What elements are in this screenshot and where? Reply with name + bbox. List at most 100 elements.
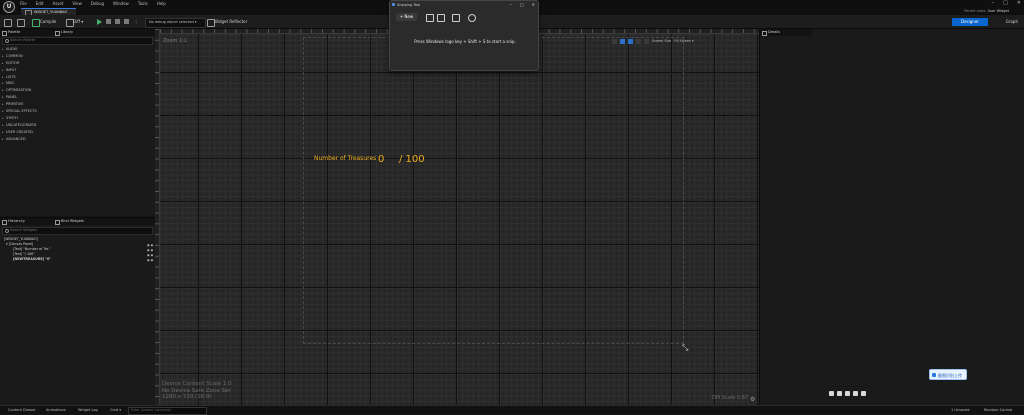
close-icon[interactable]: ✕	[1017, 0, 1021, 6]
menu-tools[interactable]: Tools	[137, 1, 149, 6]
stop-icon[interactable]	[124, 19, 129, 24]
palette-category[interactable]: COMMON	[0, 53, 155, 60]
video-record-icon[interactable]	[437, 14, 445, 22]
new-snip-button[interactable]: + New	[396, 13, 417, 21]
lock-icon[interactable]	[620, 38, 625, 44]
diff-button[interactable]: Diff ▾	[73, 19, 83, 24]
tab-bind-widgets[interactable]: Bind Widgets	[52, 218, 155, 225]
step-icon[interactable]	[106, 19, 111, 24]
tree-item-label: [NEWTREASURE] "0"	[13, 257, 51, 261]
grid-snap-icon[interactable]	[628, 38, 633, 44]
palette-category[interactable]: USER CREATED	[0, 129, 155, 136]
menu-asset[interactable]: Asset	[51, 1, 64, 6]
compile-button[interactable]: Compile	[40, 19, 56, 24]
menu-file[interactable]: File	[19, 1, 28, 6]
treasure-total-text[interactable]: / 100	[399, 154, 425, 165]
graph-button[interactable]: Graph	[1006, 19, 1018, 24]
cmd-dropdown[interactable]: Cmd ▾	[110, 406, 121, 414]
play-icon[interactable]	[829, 391, 834, 396]
document-tab[interactable]: WIDGET_YUANBAO	[21, 8, 76, 16]
lock-visibility-icon[interactable]: ◉◉	[147, 258, 153, 262]
gear-icon[interactable]: ⚙	[750, 396, 755, 403]
treasure-label-text[interactable]: Number of Treasures	[314, 155, 376, 162]
palette-category[interactable]: MISC	[0, 80, 155, 87]
palette-category[interactable]: AUDIO	[0, 46, 155, 53]
folder-icon[interactable]	[845, 391, 850, 396]
palette-category[interactable]: SPECIAL EFFECTS	[0, 108, 155, 115]
play-icon[interactable]	[97, 19, 102, 25]
canvas-frame	[303, 37, 684, 344]
camera-icon[interactable]	[837, 391, 842, 396]
status-bar: Content Drawer Animations Widget Log Cmd…	[0, 405, 1024, 415]
revision-control-button[interactable]: Revision Control	[984, 406, 1012, 414]
animations-button[interactable]: Animations	[46, 406, 66, 414]
pause-icon[interactable]	[115, 19, 120, 24]
palette-category[interactable]: LISTS	[0, 74, 155, 81]
debug-object-dropdown[interactable]: No debug object selected ▾	[145, 18, 206, 28]
palette-search-input[interactable]: Search Palette	[2, 37, 153, 45]
main-menu: File Edit Asset View Debug Window Tools …	[19, 1, 167, 6]
treasure-count-text[interactable]: 0	[378, 154, 384, 165]
lock-visibility-icon[interactable]: ◉◉	[147, 253, 153, 257]
widget-log-button[interactable]: Widget Log	[78, 406, 98, 414]
snip-mode-icon[interactable]	[426, 14, 434, 22]
window-mode-icon[interactable]	[452, 14, 460, 22]
menu-edit[interactable]: Edit	[35, 1, 45, 6]
browse-icon[interactable]	[17, 19, 25, 27]
hierarchy-search-placeholder: Search Widgets	[10, 228, 38, 232]
tree-item-label: [Text] "Number of Tre."	[13, 247, 51, 251]
more-options-icon[interactable]: ⋮	[134, 19, 138, 24]
library-icon	[54, 31, 60, 36]
close-icon[interactable]: ✕	[532, 2, 535, 7]
tab-bind-widgets-label: Bind Widgets	[60, 219, 84, 223]
tab-library[interactable]: Library	[52, 29, 155, 36]
document-tab-label: WIDGET_YUANBAO	[34, 10, 68, 14]
menu-help[interactable]: Help	[156, 1, 167, 6]
minimize-icon[interactable]: –	[992, 0, 995, 6]
palette-category[interactable]: INPUT	[0, 67, 155, 74]
unreal-logo-icon[interactable]: U	[3, 1, 15, 13]
minimize-icon[interactable]: –	[510, 2, 512, 7]
widget-reflector-button[interactable]: Widget Reflector	[214, 19, 247, 24]
delay-timer-icon[interactable]	[468, 14, 476, 22]
maximize-icon[interactable]: □	[520, 2, 524, 7]
maximize-icon[interactable]: □	[1003, 0, 1008, 6]
bind-widgets-icon	[54, 220, 60, 225]
tree-item-label: [WIDGET_YUANBAO]	[4, 237, 38, 241]
lock-visibility-icon[interactable]: ◉◉	[147, 248, 153, 252]
tab-palette[interactable]: Palette	[0, 29, 53, 36]
palette-category[interactable]: UNCATEGORIZED	[0, 122, 155, 129]
parent-class-value[interactable]: User Widget	[988, 9, 1009, 13]
content-drawer-button[interactable]: Content Drawer	[8, 406, 36, 414]
tab-details[interactable]: Details	[760, 29, 812, 36]
fill-screen-dropdown[interactable]: Fill Screen ▾	[674, 39, 694, 43]
tree-item-newtreasure[interactable]: [NEWTREASURE] "0" ◉◉	[0, 257, 155, 262]
details-panel: Details	[759, 29, 1024, 405]
palette-category[interactable]: PANEL	[0, 94, 155, 101]
save-icon[interactable]	[4, 19, 12, 27]
screenshot-upload-button[interactable]: 截图识别上传	[929, 369, 967, 380]
settings-icon[interactable]	[861, 391, 866, 396]
chat-icon[interactable]	[853, 391, 858, 396]
palette-category[interactable]: ADVANCED	[0, 136, 155, 143]
unsaved-indicator[interactable]: 1 Unsaved	[951, 406, 970, 414]
screen-size-dropdown[interactable]: Screen Size	[652, 39, 671, 43]
palette-icon	[2, 31, 7, 36]
menu-debug[interactable]: Debug	[90, 1, 105, 6]
scale-icon[interactable]	[644, 38, 649, 44]
menu-window[interactable]: Window	[112, 1, 130, 6]
parent-class: Parent class: User Widget	[964, 9, 1009, 13]
tab-hierarchy[interactable]: Hierarchy	[0, 218, 53, 225]
designer-button[interactable]: Designer	[952, 18, 988, 26]
hierarchy-search-input[interactable]: Search Widgets	[2, 227, 153, 235]
palette-category[interactable]: EDITOR	[0, 60, 155, 67]
lock-visibility-icon[interactable]: ◉◉	[147, 243, 153, 247]
resize-handle-icon[interactable]: ⤡	[682, 343, 688, 353]
compile-icon[interactable]	[32, 19, 40, 27]
palette-category[interactable]: SYNTH	[0, 115, 155, 122]
rotate-icon[interactable]	[636, 38, 641, 44]
palette-category[interactable]: PRIMITIVE	[0, 101, 155, 108]
menu-view[interactable]: View	[71, 1, 83, 6]
select-mode-icon[interactable]	[612, 38, 617, 44]
palette-category[interactable]: OPTIMIZATION	[0, 87, 155, 94]
